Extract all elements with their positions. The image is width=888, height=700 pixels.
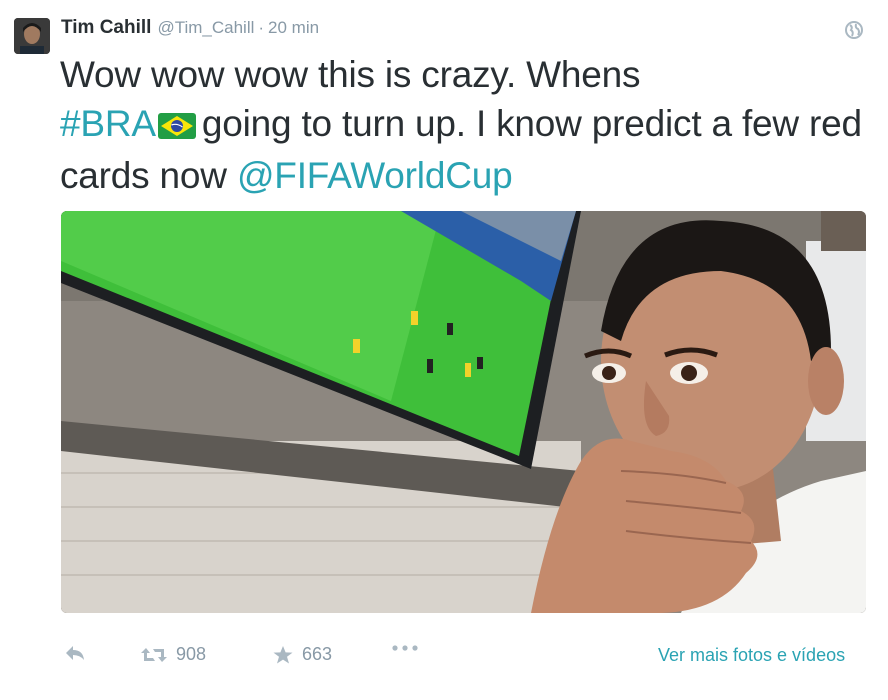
globe-icon	[844, 20, 864, 40]
tweet-photo[interactable]	[61, 211, 866, 613]
more-button[interactable]	[391, 644, 419, 652]
tweet-card: Tim Cahill @Tim_Cahill · 20 min Wow wow …	[0, 0, 888, 700]
reply-button[interactable]	[64, 644, 86, 662]
tweet-text: Wow wow wow this is crazy. Whens #BRA goin…	[60, 50, 870, 200]
tweet-header: Tim Cahill @Tim_Cahill · 20 min	[61, 17, 319, 43]
favorite-button[interactable]: 663	[272, 644, 332, 665]
author-handle[interactable]: @Tim_Cahill	[157, 18, 254, 38]
view-more-media-link[interactable]: Ver mais fotos e vídeos	[658, 645, 845, 666]
retweet-button[interactable]: 908	[140, 644, 206, 665]
retweet-icon	[140, 646, 168, 664]
hashtag-link[interactable]: #BRA	[60, 103, 156, 144]
tweet-timestamp[interactable]: 20 min	[268, 18, 319, 38]
mention-link[interactable]: @FIFAWorldCup	[237, 155, 513, 196]
favorite-count: 663	[302, 644, 333, 664]
tweet-text-part1: Wow wow wow this is crazy. Whens	[60, 54, 641, 95]
star-icon	[272, 645, 294, 665]
more-icon	[391, 644, 419, 652]
reply-icon	[64, 644, 86, 662]
brazil-flag-icon	[157, 102, 196, 151]
retweet-count: 908	[176, 644, 207, 664]
avatar[interactable]	[14, 18, 50, 54]
separator-dot: ·	[258, 18, 265, 37]
author-name[interactable]: Tim Cahill	[61, 17, 151, 39]
